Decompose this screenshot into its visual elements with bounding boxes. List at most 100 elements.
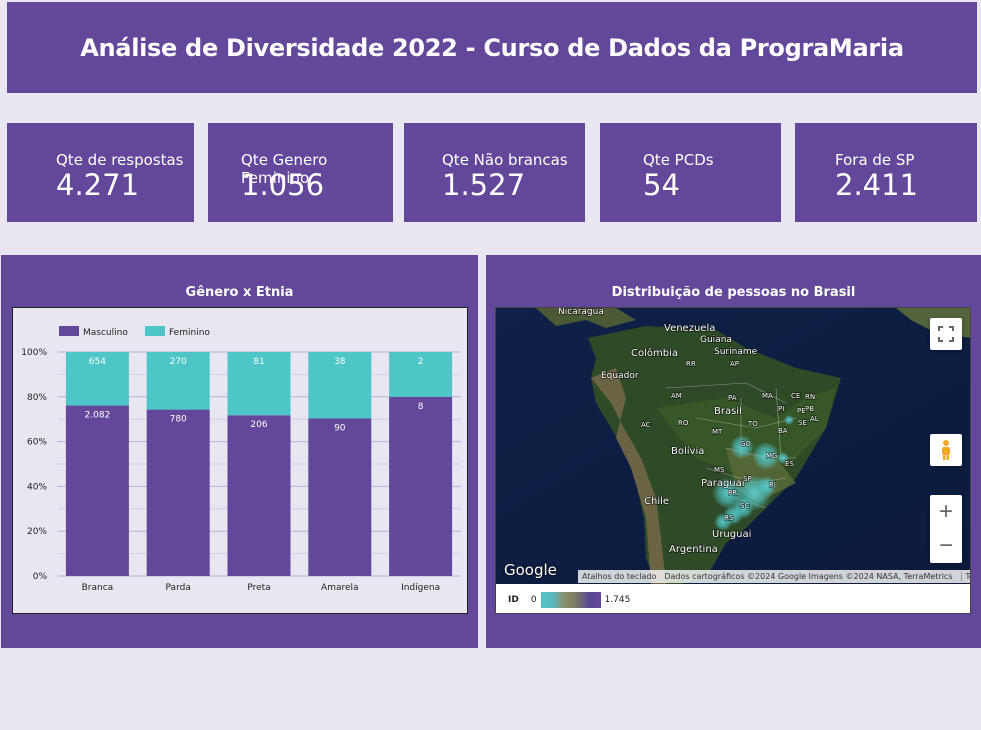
- kpi-value: 54: [643, 168, 680, 202]
- map-place-label: PA: [728, 394, 737, 402]
- y-tick-label: 80%: [27, 393, 47, 403]
- bar-masculino-amarela: [308, 418, 372, 576]
- x-tick-label: Branca: [82, 583, 114, 593]
- legend-gradient: [540, 592, 601, 608]
- map-place-label: AL: [810, 415, 819, 423]
- y-tick-label: 40%: [27, 482, 47, 492]
- bar-masculino-branca: [65, 405, 129, 576]
- kpi-label: Fora de SP: [835, 151, 915, 169]
- pegman-icon[interactable]: [930, 434, 962, 466]
- map-place-label: MA: [762, 392, 773, 400]
- y-tick-label: 20%: [27, 527, 47, 537]
- dashboard-header: Análise de Diversidade 2022 - Curso de D…: [7, 2, 977, 93]
- map-place-label: Chile: [644, 496, 669, 507]
- keyboard-shortcuts-link[interactable]: Atalhos do teclado: [582, 572, 656, 581]
- map-place-label: ES: [785, 460, 794, 468]
- data-label: 654: [89, 357, 106, 367]
- map-place-label: Nicaragua: [558, 308, 604, 317]
- map-place-label: PI: [778, 405, 784, 413]
- map-place-label: PR: [728, 489, 737, 497]
- terms-link[interactable]: Termos: [960, 572, 970, 581]
- legend-label-feminino: Feminino: [169, 328, 210, 338]
- y-tick-label: 0%: [33, 572, 48, 582]
- map-place-label: GO: [740, 440, 751, 448]
- chart-panel: Gênero x Etnia Masculino Feminino 0% 20% 40%…: [1, 255, 478, 648]
- kpi-card-fora-sp: Fora de SP 2.411: [795, 123, 977, 222]
- bar-masculino-preta: [227, 415, 291, 576]
- kpi-value: 1.056: [241, 168, 325, 202]
- kpi-card-genero-feminino: Qte Genero Feminino 1.056: [208, 123, 393, 222]
- kpi-card-pcds: Qte PCDs 54: [600, 123, 781, 222]
- map-place-label: Argentina: [669, 544, 718, 555]
- stacked-bar-chart: Masculino Feminino 0% 20% 40% 60% 80% 100% 2.082…: [12, 307, 468, 614]
- legend-min: 0: [530, 595, 537, 605]
- map-place-label: PB: [805, 405, 814, 413]
- map-place-label: PE: [797, 407, 806, 415]
- kpi-label: Qte Não brancas: [442, 151, 568, 169]
- x-tick-label: Parda: [166, 583, 191, 593]
- map-place-label: Suriname: [714, 347, 758, 357]
- map-data-credit: Dados cartográficos ©2024 Google Imagens…: [664, 572, 953, 581]
- map-place-label: BA: [778, 427, 788, 435]
- legend-label-masculino: Masculino: [83, 328, 128, 338]
- x-tick-label: Amarela: [321, 583, 359, 593]
- satellite-map[interactable]: Nicaragua VenezuelaGuiana Suriname Colômbia…: [496, 308, 971, 584]
- data-label: 270: [170, 357, 187, 367]
- map-panel: Distribuição de pessoas no Brasil Nicara…: [486, 255, 981, 648]
- kpi-label: Qte PCDs: [643, 151, 714, 169]
- legend-swatch-feminino: [145, 326, 165, 336]
- data-label: 38: [334, 357, 346, 367]
- bar-masculino-parda: [146, 409, 210, 576]
- map-place-label: Equador: [601, 371, 639, 381]
- legend-label: ID: [508, 595, 519, 605]
- kpi-card-respostas: Qte de respostas 4.271: [7, 123, 194, 222]
- x-tick-label: Indígena: [401, 583, 440, 593]
- data-label: 780: [170, 415, 187, 425]
- map-place-label: SP: [743, 475, 752, 483]
- map-place-label: Brasil: [714, 406, 742, 417]
- map-place-label: TO: [747, 420, 758, 428]
- map-widget[interactable]: Nicaragua Venezuela Guiana Suriname Colômbia…: [495, 307, 971, 614]
- data-label: 2.082: [85, 411, 111, 421]
- kpi-value: 4.271: [56, 168, 140, 202]
- map-place-label: AP: [730, 360, 739, 368]
- zoom-in-button[interactable]: +: [939, 498, 953, 526]
- data-label: 8: [418, 402, 424, 412]
- zoom-control[interactable]: + −: [930, 495, 962, 563]
- map-place-label: Venezuela: [664, 323, 715, 334]
- data-label: 81: [253, 357, 264, 367]
- page-title: Análise de Diversidade 2022 - Curso de D…: [80, 33, 904, 62]
- data-label: 2: [418, 357, 424, 367]
- y-tick-label: 60%: [27, 438, 47, 448]
- data-label: 206: [250, 420, 267, 430]
- map-title: Distribuição de pessoas no Brasil: [611, 285, 856, 300]
- map-place-label: Colômbia: [631, 347, 678, 359]
- map-attribution: Atalhos do teclado Dados cartográficos ©…: [578, 570, 970, 583]
- map-place-label: MG: [766, 452, 777, 460]
- map-place-label: Uruguai: [712, 529, 751, 540]
- map-place-label: Bolívia: [671, 445, 704, 457]
- map-place-label: CE: [791, 392, 800, 400]
- map-place-label: MT: [712, 428, 723, 436]
- map-place-label: SE: [798, 419, 807, 427]
- map-place-label: RN: [805, 393, 815, 401]
- chart-svg: Masculino Feminino 0% 20% 40% 60% 80% 100% 2.082…: [21, 326, 461, 593]
- kpi-value: 1.527: [442, 168, 526, 202]
- map-place-label: RO: [678, 419, 689, 427]
- legend-max: 1.745: [604, 595, 631, 605]
- map-place-label: AM: [671, 392, 682, 400]
- map-place-label: Guiana: [700, 335, 732, 345]
- map-place-label: AC: [641, 421, 651, 429]
- data-label: 90: [334, 424, 346, 434]
- kpi-value: 2.411: [835, 168, 919, 202]
- map-legend: ID 0 1.745: [496, 587, 970, 613]
- fullscreen-icon[interactable]: [930, 318, 962, 350]
- map-place-label: RR: [686, 360, 696, 368]
- x-tick-label: Preta: [247, 583, 270, 593]
- y-tick-label: 100%: [21, 348, 47, 358]
- zoom-out-button[interactable]: −: [939, 532, 953, 560]
- map-place-label: SC: [740, 502, 749, 510]
- chart-title: Gênero x Etnia: [185, 285, 294, 300]
- kpi-card-nao-brancas: Qte Não brancas 1.527: [404, 123, 585, 222]
- map-place-label: RS: [724, 514, 734, 522]
